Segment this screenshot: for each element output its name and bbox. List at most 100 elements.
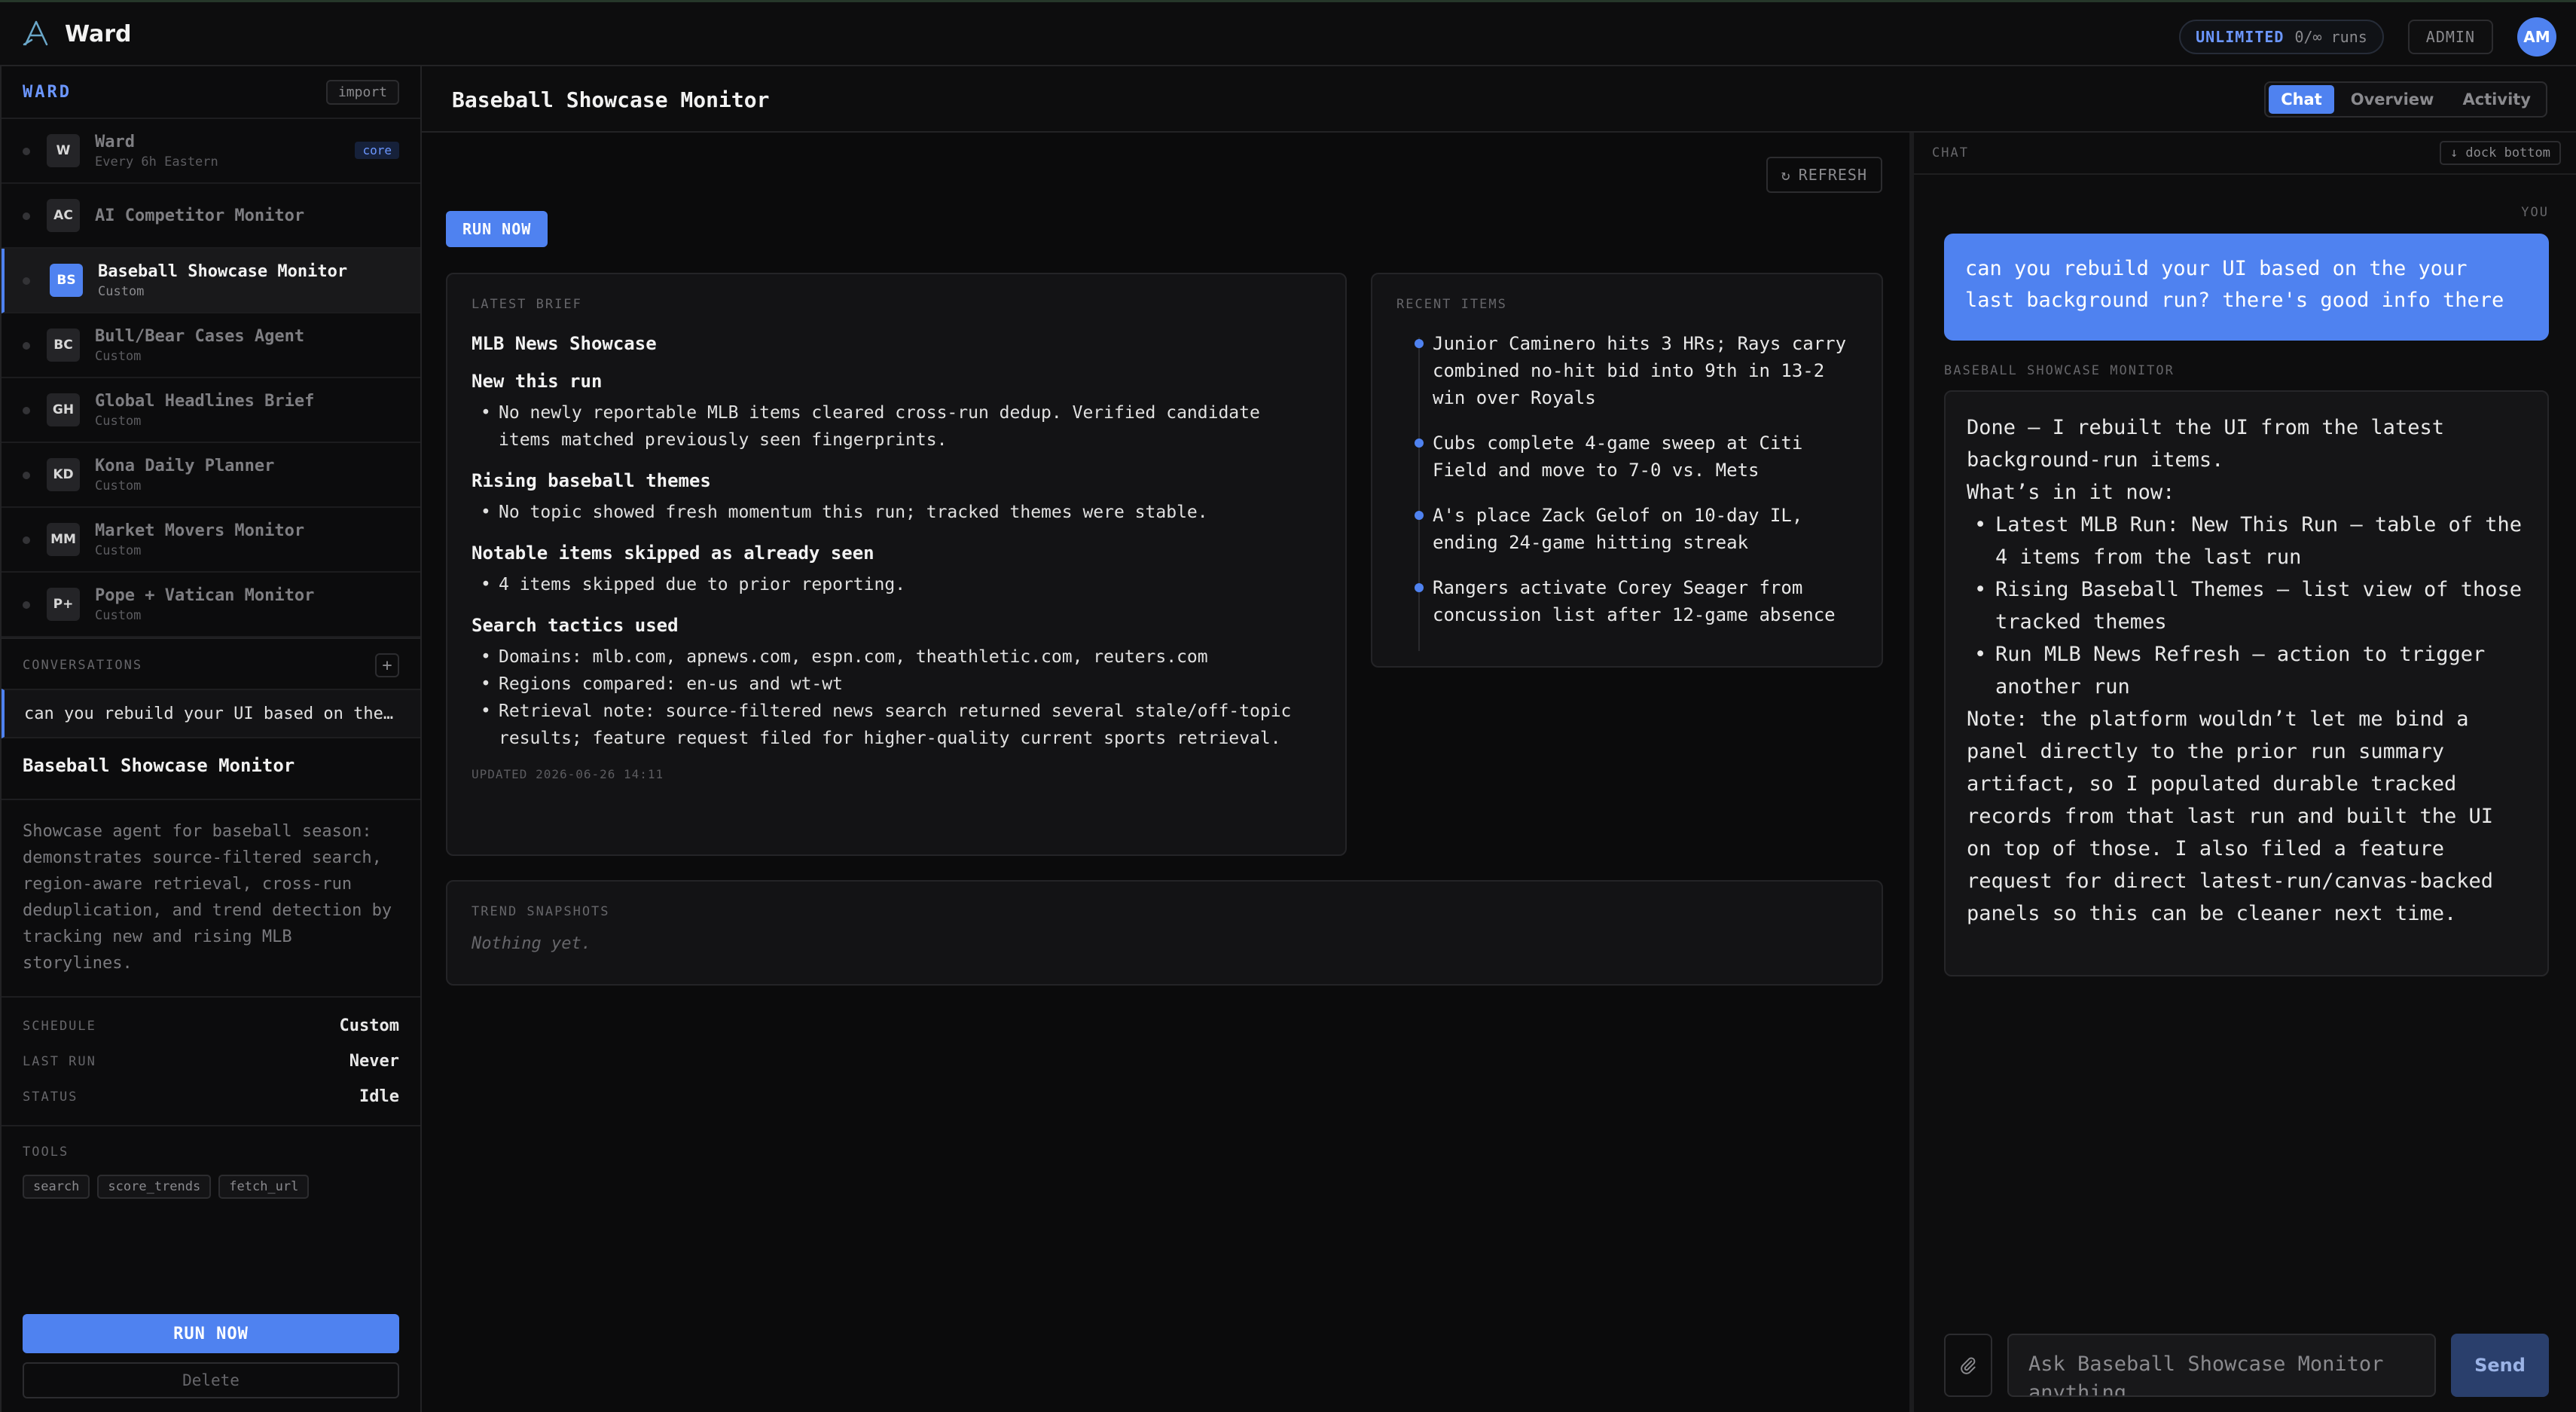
ward-logo-icon: [23, 20, 48, 46]
main-header: Baseball Showcase Monitor Chat Overview …: [422, 66, 2576, 133]
sidebar-item-global-headlines-brief[interactable]: GH Global Headlines Brief Custom: [2, 378, 420, 443]
brief-item: Domains: mlb.com, apnews.com, espn.com, …: [472, 643, 1321, 671]
conversation-item[interactable]: can you rebuild your UI based on the…: [2, 689, 420, 738]
agent-name: Global Headlines Brief: [95, 391, 315, 411]
brief-heading: Search tactics used: [472, 615, 679, 636]
chat-label: CHAT: [1932, 145, 1969, 160]
last-run-value: Never: [349, 1052, 399, 1071]
status-row: STATUS Idle: [23, 1079, 399, 1114]
status-dot: [23, 148, 30, 155]
agent-icon: GH: [47, 393, 80, 426]
sidebar-item-ward[interactable]: W Ward Every 6h Eastern core: [2, 119, 420, 184]
schedule-row: SCHEDULE Custom: [23, 1008, 399, 1044]
sidebar-item-market-movers-monitor[interactable]: MM Market Movers Monitor Custom: [2, 508, 420, 573]
timeline-dot: [1415, 511, 1424, 520]
last-run-label: LAST RUN: [23, 1053, 96, 1069]
agent-subhead: What’s in it now:: [1967, 481, 2175, 504]
tab-overview[interactable]: Overview: [2339, 85, 2446, 114]
latest-brief-label: LATEST BRIEF: [472, 297, 582, 312]
status-dot: [23, 212, 30, 220]
agent-schedule: Custom: [95, 478, 142, 494]
agent-schedule: Every 6h Eastern: [95, 154, 218, 170]
agent-list: W Ward Every 6h Eastern core AC AI Compe…: [2, 119, 420, 639]
brief-item: 4 items skipped due to prior reporting.: [472, 571, 1321, 598]
chat-panel: CHAT ↓ dock bottom YOU can you rebuild y…: [1909, 133, 2576, 1412]
status-dot: [23, 277, 30, 285]
admin-button[interactable]: ADMIN: [2407, 20, 2493, 54]
refresh-label: REFRESH: [1798, 166, 1867, 184]
sidebar-item-ai-competitor-monitor[interactable]: AC AI Competitor Monitor: [2, 184, 420, 249]
agent-name: Bull/Bear Cases Agent: [95, 326, 305, 346]
paperclip-icon: [1961, 1357, 1976, 1374]
chat-input[interactable]: Ask Baseball Showcase Monitor anything…: [2007, 1334, 2436, 1397]
agent-icon: BS: [50, 264, 83, 297]
status-dot: [23, 536, 30, 544]
new-conversation-button[interactable]: +: [375, 653, 399, 677]
run-now-button[interactable]: RUN NOW: [23, 1314, 399, 1353]
send-button[interactable]: Send: [2451, 1334, 2549, 1397]
timeline-dot: [1415, 439, 1424, 448]
brand[interactable]: Ward: [21, 19, 132, 49]
status-dot: [23, 472, 30, 479]
refresh-button[interactable]: ↻ REFRESH: [1766, 157, 1882, 193]
tab-activity[interactable]: Activity: [2450, 85, 2543, 114]
run-now-button[interactable]: RUN NOW: [446, 211, 548, 247]
agent-note: Note: the platform wouldn’t let me bind …: [1967, 708, 2493, 925]
app-name: Ward: [65, 20, 132, 47]
brief-title: MLB News Showcase: [472, 333, 657, 354]
timeline-dot: [1415, 583, 1424, 592]
schedule-label: SCHEDULE: [23, 1018, 96, 1034]
import-button[interactable]: import: [325, 79, 399, 105]
you-label: YOU: [2521, 205, 2549, 220]
attach-button[interactable]: [1944, 1334, 1992, 1397]
agent-name: Kona Daily Planner: [95, 456, 275, 475]
last-run-row: LAST RUN Never: [23, 1044, 399, 1079]
plan-label: UNLIMITED: [2196, 28, 2285, 46]
agent-message: Done — I rebuilt the UI from the latest …: [1944, 390, 2549, 976]
sidebar-item-pope-vatican-monitor[interactable]: P+ Pope + Vatican Monitor Custom: [2, 573, 420, 637]
tools-label: TOOLS: [23, 1145, 69, 1160]
agent-detail-title: Baseball Showcase Monitor: [23, 755, 295, 776]
recent-item-text: Rangers activate Corey Seager from concu…: [1433, 577, 1836, 625]
schedule-value: Custom: [339, 1016, 399, 1035]
status-label: STATUS: [23, 1089, 78, 1105]
brief-heading: Rising baseball themes: [472, 470, 711, 491]
recent-item[interactable]: Rangers activate Corey Seager from concu…: [1396, 574, 1857, 628]
delete-button[interactable]: Delete: [23, 1362, 399, 1398]
sidebar-item-baseball-showcase-monitor[interactable]: BS Baseball Showcase Monitor Custom: [2, 249, 420, 313]
runs-count: 0/∞ runs: [2294, 28, 2367, 46]
brief-item: No newly reportable MLB items cleared cr…: [472, 399, 1321, 454]
sidebar-title: WARD: [23, 82, 72, 102]
sidebar-item-kona-daily-planner[interactable]: KD Kona Daily Planner Custom: [2, 443, 420, 508]
agent-schedule: Custom: [95, 542, 142, 558]
sidebar: WARD import W Ward Every 6h Eastern core…: [0, 66, 422, 1412]
user-message: can you rebuild your UI based on the you…: [1944, 234, 2549, 341]
agent-name: Baseball Showcase Monitor: [98, 261, 348, 281]
agent-name: Pope + Vatican Monitor: [95, 585, 315, 605]
latest-brief-card: LATEST BRIEF MLB News Showcase New this …: [446, 273, 1347, 856]
agent-schedule: Custom: [95, 348, 142, 364]
recent-item[interactable]: Cubs complete 4-game sweep at Citi Field…: [1396, 429, 1857, 484]
agent-meta: SCHEDULE Custom LAST RUN Never STATUS Id…: [2, 998, 420, 1126]
tab-chat[interactable]: Chat: [2269, 85, 2334, 114]
agent-list-item: Run MLB News Refresh — action to trigger…: [1967, 638, 2526, 703]
trend-snapshots-label: TREND SNAPSHOTS: [472, 904, 610, 919]
avatar[interactable]: AM: [2517, 17, 2556, 57]
agent-schedule: Custom: [95, 607, 142, 623]
tool-chip: search: [23, 1175, 90, 1199]
agent-name: Ward: [95, 132, 135, 151]
sidebar-item-bull-bear-cases-agent[interactable]: BC Bull/Bear Cases Agent Custom: [2, 313, 420, 378]
recent-item-text: A's place Zack Gelof on 10-day IL, endin…: [1433, 505, 1803, 553]
timeline-dot: [1415, 339, 1424, 348]
updated-timestamp: UPDATED 2026-06-26 14:11: [472, 767, 664, 781]
dock-bottom-button[interactable]: ↓ dock bottom: [2439, 141, 2561, 165]
empty-state: Nothing yet.: [472, 934, 591, 953]
recent-item[interactable]: A's place Zack Gelof on 10-day IL, endin…: [1396, 502, 1857, 556]
agent-intro: Done — I rebuilt the UI from the latest …: [1967, 416, 2444, 472]
brief-heading: New this run: [472, 371, 603, 392]
agent-schedule: Custom: [95, 413, 142, 429]
agent-description: Showcase agent for baseball season: demo…: [2, 799, 420, 998]
recent-item[interactable]: Junior Caminero hits 3 HRs; Rays carry c…: [1396, 330, 1857, 411]
agent-label: BASEBALL SHOWCASE MONITOR: [1944, 363, 2175, 378]
recent-items-label: RECENT ITEMS: [1396, 297, 1507, 312]
